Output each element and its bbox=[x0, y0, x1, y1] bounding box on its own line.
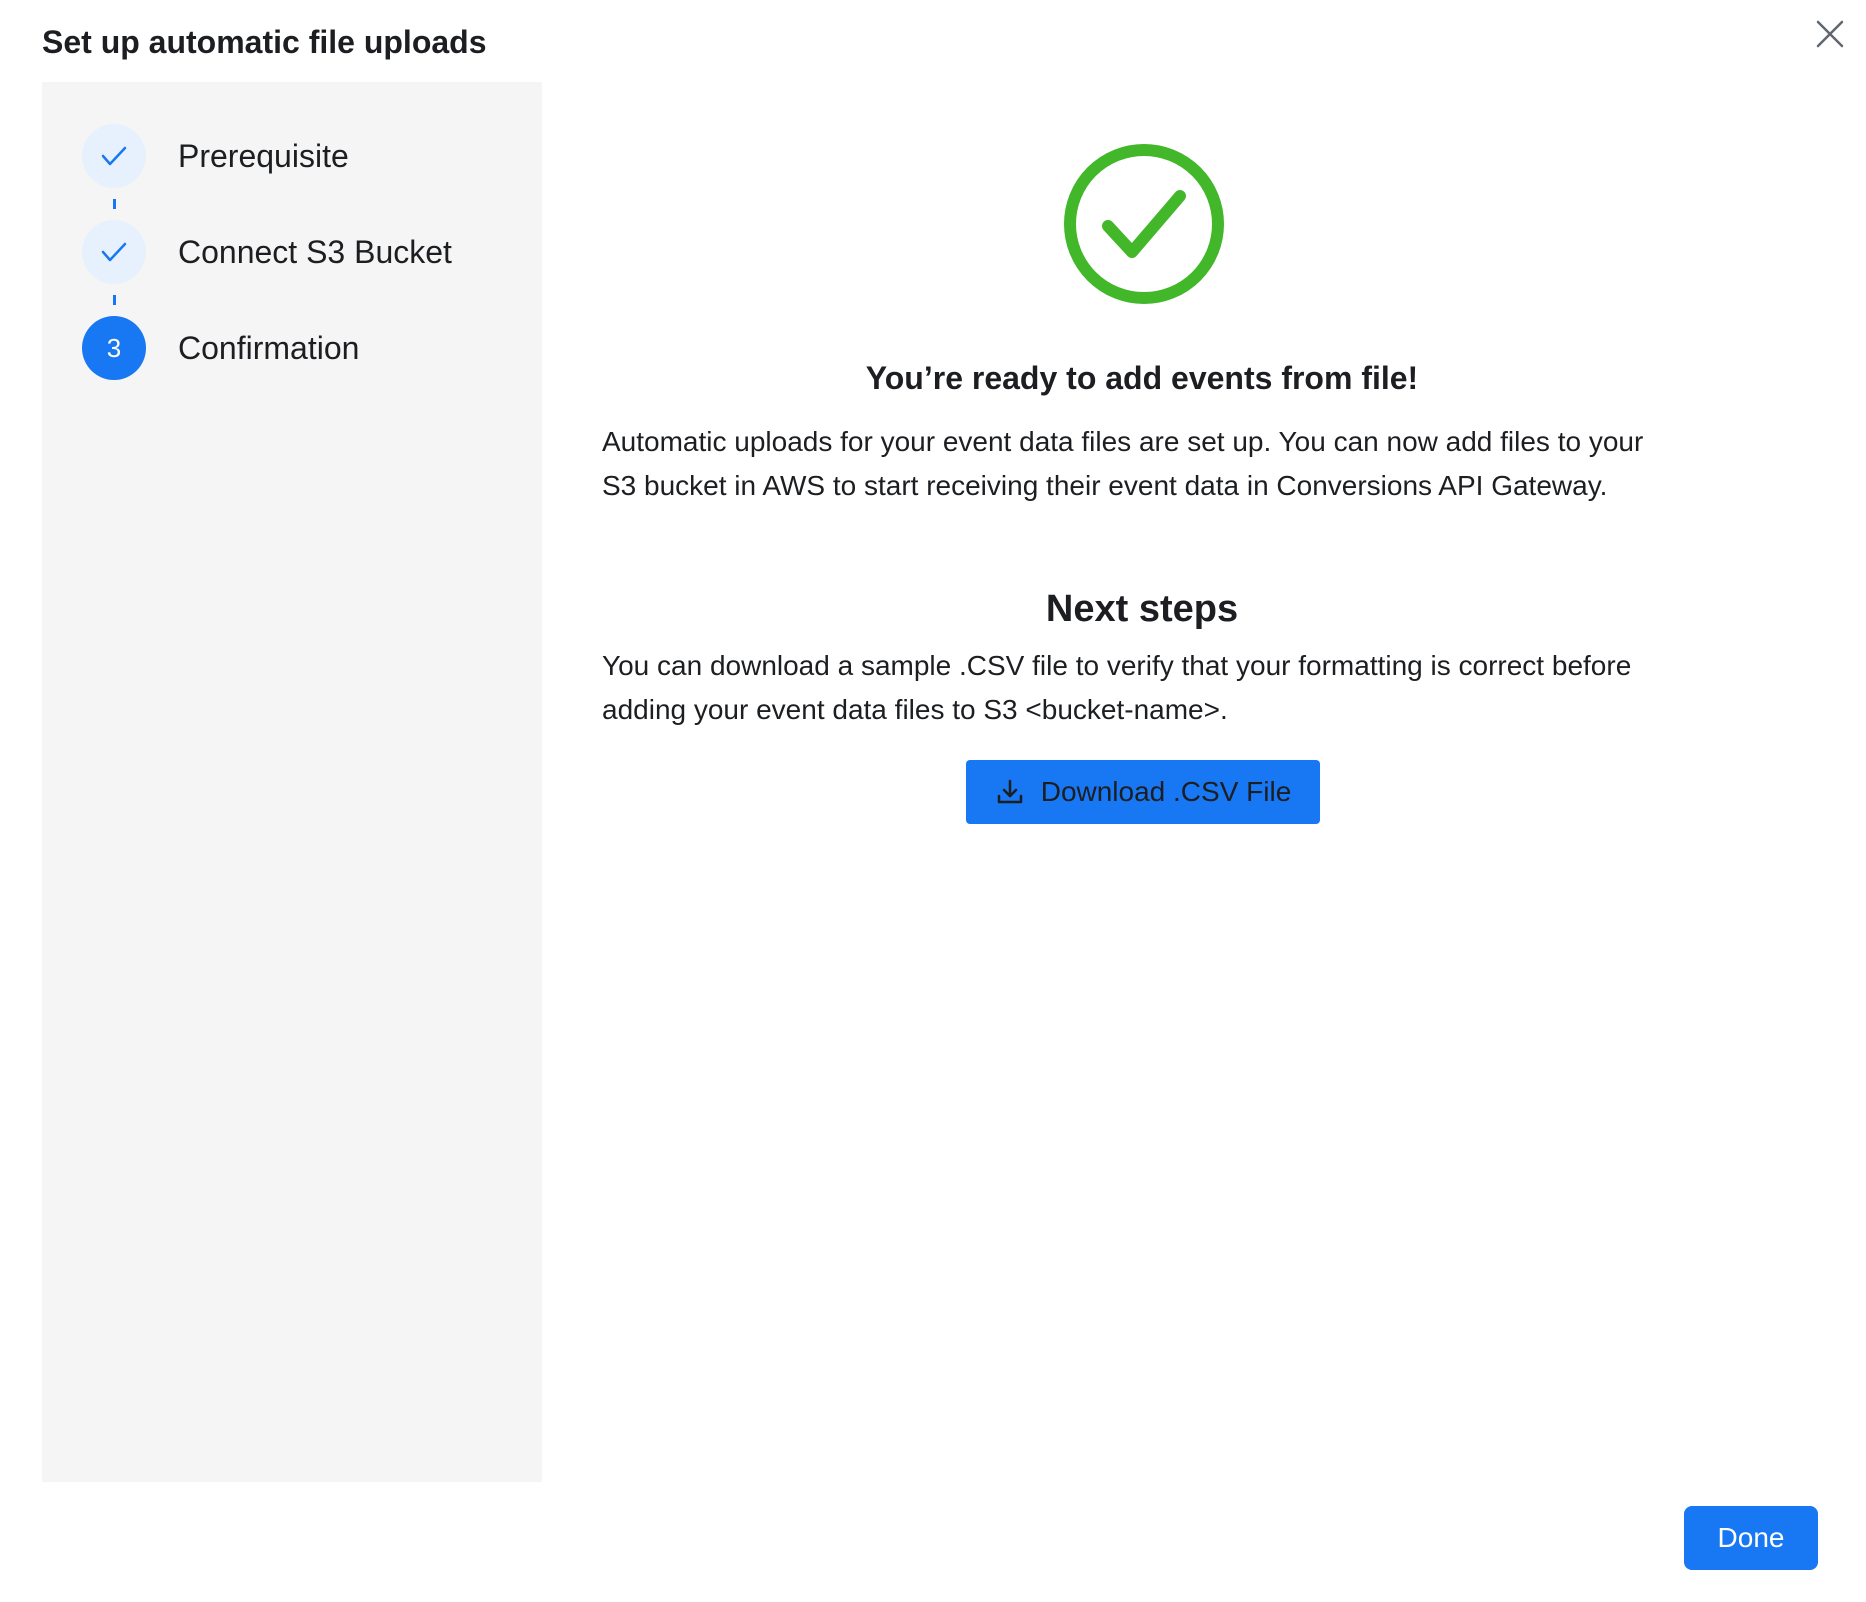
download-csv-button[interactable]: Download .CSV File bbox=[966, 760, 1320, 824]
download-icon bbox=[997, 779, 1022, 804]
next-steps-body: You can download a sample .CSV file to v… bbox=[602, 650, 1632, 725]
step-prerequisite[interactable]: Prerequisite bbox=[82, 124, 349, 188]
step-label: Prerequisite bbox=[178, 137, 349, 174]
success-check-circle-icon bbox=[1062, 142, 1226, 306]
step-label: Connect S3 Bucket bbox=[178, 233, 452, 270]
dialog-title: Set up automatic file uploads bbox=[42, 24, 487, 60]
step-connector bbox=[113, 295, 116, 305]
step-confirmation[interactable]: 3 Confirmation bbox=[82, 316, 359, 380]
done-button[interactable]: Done bbox=[1684, 1506, 1818, 1570]
checkmark-icon bbox=[101, 146, 127, 166]
step-complete-indicator bbox=[82, 220, 146, 284]
download-button-label: Download .CSV File bbox=[1040, 776, 1292, 807]
step-label: Confirmation bbox=[178, 329, 360, 366]
steps-sidebar: Prerequisite Connect S3 Bucket 3 Confirm… bbox=[42, 82, 542, 1482]
step-number-badge: 3 bbox=[82, 316, 146, 380]
checkmark-icon bbox=[101, 242, 127, 262]
confirmation-body: Automatic uploads for your event data fi… bbox=[602, 426, 1644, 501]
step-connect-s3-bucket[interactable]: Connect S3 Bucket bbox=[82, 220, 452, 284]
next-steps-title: Next steps bbox=[1045, 588, 1239, 630]
step-connector bbox=[113, 199, 116, 209]
close-button[interactable] bbox=[1812, 16, 1848, 52]
step-complete-indicator bbox=[82, 124, 146, 188]
confirmation-title: You’re ready to add events from file! bbox=[865, 360, 1419, 396]
close-icon bbox=[1816, 20, 1844, 48]
